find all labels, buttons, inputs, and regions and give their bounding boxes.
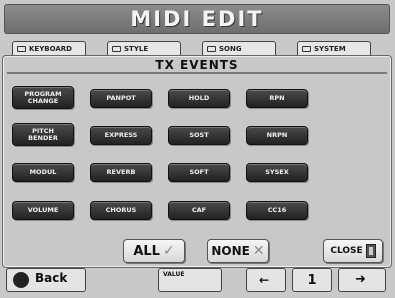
folder-icon <box>112 46 121 52</box>
event-chorus-button[interactable]: CHORUS <box>90 201 152 220</box>
all-button[interactable]: ALL ✓ <box>123 239 185 263</box>
close-button-label: CLOSE <box>330 246 363 256</box>
arrow-right-icon: ➜ <box>355 272 366 287</box>
back-arrow-icon <box>13 272 29 288</box>
folder-icon <box>302 46 311 52</box>
event-hold-button[interactable]: HOLD <box>168 89 230 108</box>
prev-page-button[interactable]: ← <box>246 268 286 292</box>
event-volume-button[interactable]: VOLUME <box>12 201 74 220</box>
value-button-label: VALUE <box>163 271 185 278</box>
popup-divider <box>7 72 387 74</box>
page-title: MIDI EDIT <box>130 7 264 31</box>
event-reverb-button[interactable]: REVERB <box>90 163 152 182</box>
value-button[interactable]: VALUE <box>158 268 222 292</box>
next-page-button[interactable]: ➜ <box>338 268 386 292</box>
event-soft-button[interactable]: SOFT <box>168 163 230 182</box>
close-button[interactable]: CLOSE <box>323 239 383 263</box>
event-sysex-button[interactable]: SYSEX <box>246 163 308 182</box>
event-sost-button[interactable]: SOST <box>168 126 230 145</box>
event-panpot-button[interactable]: PANPOT <box>90 89 152 108</box>
folder-icon <box>17 46 26 52</box>
page-number-display: 1 <box>292 268 332 292</box>
tab-system-label: SYSTEM <box>314 45 346 53</box>
tab-style-label: STYLE <box>124 45 149 53</box>
event-program-change-button[interactable]: PROGRAM CHANGE <box>12 86 74 109</box>
event-nrpn-button[interactable]: NRPN <box>246 126 308 145</box>
tx-events-popup: TX EVENTS PROGRAM CHANGE PANPOT HOLD RPN… <box>2 55 392 268</box>
x-mark-icon: ✕ <box>252 243 265 259</box>
title-bar: MIDI EDIT <box>4 4 390 34</box>
folder-icon <box>207 46 216 52</box>
event-modul-button[interactable]: MODUL <box>12 163 74 182</box>
event-pitch-bender-button[interactable]: PITCH BENDER <box>12 123 74 146</box>
all-button-label: ALL <box>133 243 160 259</box>
back-button[interactable]: Back <box>6 268 86 292</box>
none-button[interactable]: NONE ✕ <box>207 239 269 263</box>
arrow-left-icon: ← <box>259 273 270 287</box>
tab-keyboard-label: KEYBOARD <box>29 45 72 53</box>
event-caf-button[interactable]: CAF <box>168 201 230 220</box>
event-rpn-button[interactable]: RPN <box>246 89 308 108</box>
event-express-button[interactable]: EXPRESS <box>90 126 152 145</box>
event-cc16-button[interactable]: CC16 <box>246 201 308 220</box>
tab-song-label: SONG <box>219 45 242 53</box>
checkmark-icon: ✓ <box>162 243 175 259</box>
back-button-label: Back <box>35 271 68 285</box>
none-button-label: NONE <box>211 244 250 258</box>
popup-title: TX EVENTS <box>155 58 239 72</box>
door-icon <box>365 244 376 258</box>
page-number: 1 <box>307 273 317 288</box>
